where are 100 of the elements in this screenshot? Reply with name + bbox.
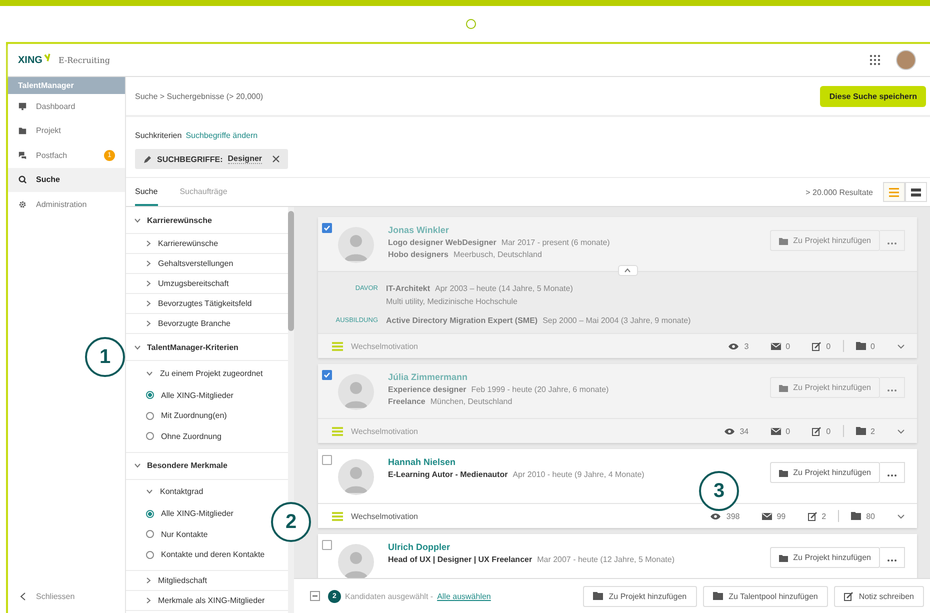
chevron-left-icon	[20, 592, 26, 601]
close-sidebar-link[interactable]: Schliessen	[8, 592, 125, 613]
chat-icon	[18, 150, 27, 160]
search-term-chip[interactable]: SUCHBEGRIFFE: Designer	[135, 149, 288, 169]
checkbox[interactable]	[322, 370, 332, 380]
projects-stat: 2	[856, 426, 875, 436]
write-note-button[interactable]: Notiz schreiben	[834, 586, 924, 606]
folder-icon	[18, 126, 27, 136]
chevron-down-icon	[146, 489, 153, 494]
collapse-toggle[interactable]	[618, 265, 638, 276]
more-icon	[887, 474, 897, 477]
motivation-icon	[332, 342, 343, 350]
radio-option[interactable]: Mit Zuordnung(en)	[126, 406, 227, 426]
sidebar-item[interactable]: Dashboard	[8, 94, 125, 118]
add-button[interactable]: Zu Projekt hinzufügen	[582, 586, 697, 606]
logo-text: XING	[18, 54, 42, 66]
more-icon	[887, 559, 897, 562]
motivation-label: Wechselmotivation	[351, 342, 419, 350]
radio-option[interactable]: Ohne Zuordnung	[126, 426, 222, 446]
folder-icon	[779, 468, 788, 476]
compact-view-button[interactable]	[905, 182, 927, 202]
search-icon	[18, 175, 27, 184]
checkbox[interactable]	[322, 540, 332, 550]
chevron-right-icon	[146, 240, 151, 247]
user-avatar[interactable]	[896, 50, 916, 70]
job-period: Mar 2007 - heute (12 Jahre, 5 Monate)	[537, 555, 674, 564]
notes-stat: 0	[812, 426, 831, 436]
messages-stat: 0	[770, 342, 790, 350]
edit-terms-link[interactable]: Suchbegriffe ändern	[186, 131, 258, 140]
result-count: > 20.000 Resultate	[806, 188, 873, 196]
monitor-icon	[18, 102, 27, 111]
save-search-button[interactable]: Diese Suche speichern	[820, 86, 926, 106]
radio-button[interactable]	[146, 432, 154, 440]
rows-icon	[911, 188, 921, 196]
apps-grid-icon[interactable]	[870, 55, 880, 65]
motivation-label: Wechselmotivation	[351, 426, 419, 436]
messages-stat: 0	[770, 426, 790, 436]
circle-marker-icon	[466, 19, 476, 29]
filter-group[interactable]: Kontaktgrad	[126, 480, 288, 504]
chevron-down-icon[interactable]	[897, 344, 905, 348]
job-title: E-Learning Autor - Medienautor	[388, 470, 508, 479]
add-to-project-button[interactable]: Zu Projekt hinzufügen	[770, 462, 880, 483]
chip-label: SUCHBEGRIFFE:	[157, 154, 223, 164]
checkbox[interactable]	[322, 223, 332, 233]
scrollbar[interactable]	[288, 207, 294, 613]
chevron-right-icon	[146, 280, 151, 287]
radio-option[interactable]: Alle XING-Mitglieder	[126, 504, 234, 524]
chevron-right-icon	[146, 300, 151, 307]
folder-icon	[712, 592, 723, 600]
more-icon	[887, 389, 897, 392]
candidate-name[interactable]: Hannah Nielsen	[388, 457, 764, 467]
more-icon	[887, 242, 897, 245]
selection-checkbox[interactable]	[310, 591, 320, 601]
motivation-icon	[332, 426, 343, 436]
checkbox[interactable]	[322, 455, 332, 465]
detail-organization: Multi utility, Medizinische Hochschule	[386, 297, 518, 306]
radio-button[interactable]	[146, 550, 154, 559]
select-all-link[interactable]: Alle auswählen	[437, 592, 491, 600]
folder-icon	[779, 554, 788, 562]
motivation-label: Wechselmotivation	[351, 512, 419, 520]
candidate-name[interactable]: Ulrich Doppler	[388, 542, 764, 552]
radio-button[interactable]	[146, 530, 154, 538]
chevron-right-icon	[146, 320, 151, 327]
sidebar-item[interactable]: Projekt	[8, 118, 125, 143]
avatar-placeholder	[338, 374, 374, 410]
chevron-down-icon	[134, 463, 141, 468]
chevron-down-icon	[134, 344, 141, 350]
job-title: Experience designer	[388, 385, 466, 394]
chevron-down-icon[interactable]	[897, 428, 905, 434]
detail-title: IT-Architekt	[386, 284, 430, 293]
radio-button[interactable]	[146, 510, 154, 518]
chevron-down-icon[interactable]	[897, 514, 905, 518]
pencil-icon	[143, 154, 152, 164]
add-button[interactable]: Zu Talentpool hinzufügen	[702, 586, 828, 606]
chevron-right-icon	[146, 597, 151, 604]
job-period: Apr 2010 - heute (9 Jahre, 4 Monate)	[512, 470, 644, 479]
caret-icon	[624, 268, 631, 273]
radio-option[interactable]: Nur Kontakte	[126, 524, 208, 544]
filter-group[interactable]: Zu einem Projekt zugeordnet	[126, 361, 288, 385]
add-to-project-button[interactable]: Zu Projekt hinzufügen	[770, 547, 880, 568]
views-stat: 398	[710, 512, 740, 520]
job-title: Logo designer WebDesigner	[388, 238, 496, 247]
motivation-icon	[332, 512, 343, 520]
radio-option[interactable]: Alle XING-Mitglieder	[126, 385, 234, 406]
radio-button[interactable]	[146, 412, 154, 420]
job-period: Feb 1999 - heute (20 Jahre, 6 monate)	[471, 385, 609, 394]
criteria-label: Suchkriterien	[135, 131, 182, 140]
chevron-right-icon	[146, 577, 151, 584]
radio-option[interactable]: Kontakte und deren Kontakte	[126, 544, 265, 565]
chip-value: Designer	[228, 154, 262, 164]
notes-stat: 0	[812, 342, 831, 350]
radio-button[interactable]	[146, 391, 154, 400]
job-period: Mar 2017 - present (6 monate)	[501, 238, 610, 247]
close-icon[interactable]	[272, 155, 280, 163]
breadcrumb: Suche > Suchergebnisse (> 20,000)	[135, 92, 264, 100]
note-icon	[844, 592, 853, 600]
job-title: Head of UX | Designer | UX Freelancer	[388, 555, 532, 564]
sidebar-item[interactable]: Administration	[8, 192, 125, 216]
sidebar-item[interactable]: Suche	[8, 168, 125, 192]
list-icon	[889, 188, 899, 196]
